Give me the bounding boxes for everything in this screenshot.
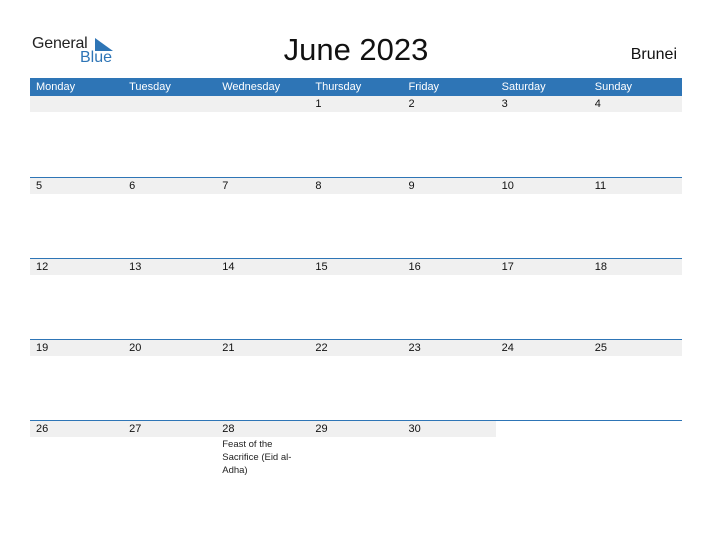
empty-day-cell xyxy=(30,96,123,112)
event-slot xyxy=(403,194,496,195)
weekday-wednesday: Wednesday xyxy=(222,81,281,93)
day-cell: 9 xyxy=(408,180,415,192)
day-cell: 21 xyxy=(222,342,235,354)
event-slot xyxy=(309,194,402,195)
day-cell: 22 xyxy=(315,342,328,354)
empty-day-cell xyxy=(588,421,682,437)
event-slot xyxy=(589,437,682,477)
day-cell: 4 xyxy=(594,98,601,110)
day-cell: 18 xyxy=(594,261,607,273)
calendar-title: June 2023 xyxy=(283,32,429,67)
event-slot xyxy=(30,194,123,195)
event-slot xyxy=(30,112,123,113)
day-cell: 8 xyxy=(315,180,322,192)
day-cell: 26 xyxy=(36,423,49,435)
weekday-header: Monday Tuesday Wednesday Thursday Friday… xyxy=(30,78,682,96)
day-cell: 25 xyxy=(594,342,607,354)
day-cell: 28 xyxy=(222,423,235,435)
country-label: Brunei xyxy=(630,46,677,63)
event-slot xyxy=(123,437,216,477)
event-slot xyxy=(496,112,589,113)
event-row xyxy=(30,275,682,276)
event-row xyxy=(30,194,682,195)
event-row xyxy=(30,112,682,113)
event-row: Feast of the Sacrifice (Eid al-Adha) xyxy=(30,437,682,477)
event-slot xyxy=(403,437,496,477)
day-number-row: 12 13 14 15 16 17 18 xyxy=(30,259,682,275)
day-cell: 2 xyxy=(408,98,415,110)
week-row: 26 27 28 29 30 Feast of the Sacrifice (Eid al… xyxy=(30,420,682,501)
event-slot xyxy=(123,356,216,357)
day-cell: 12 xyxy=(36,261,49,273)
day-cell: 16 xyxy=(408,261,421,273)
week-row: 1 2 3 4 xyxy=(30,96,682,177)
day-cell: 20 xyxy=(129,342,142,354)
event-slot xyxy=(123,194,216,195)
event-slot xyxy=(309,437,402,477)
event-slot xyxy=(216,275,309,276)
day-cell: 10 xyxy=(501,180,514,192)
event-slot xyxy=(496,437,589,477)
event-slot xyxy=(496,275,589,276)
day-cell: 17 xyxy=(501,261,514,273)
day-cell: 14 xyxy=(222,261,235,273)
event-slot xyxy=(496,356,589,357)
day-cell: 23 xyxy=(408,342,421,354)
day-cell: 1 xyxy=(315,98,322,110)
event-slot xyxy=(589,194,682,195)
weekday-monday: Monday xyxy=(36,81,76,93)
empty-day-cell xyxy=(216,96,309,112)
event-slot xyxy=(403,112,496,113)
event-slot xyxy=(309,356,402,357)
event-slot xyxy=(309,275,402,276)
day-cell: 7 xyxy=(222,180,229,192)
day-cell: 11 xyxy=(594,180,607,192)
day-number-row: 5 6 7 8 9 10 11 xyxy=(30,178,682,194)
weekday-sunday: Sunday xyxy=(594,81,633,93)
day-number-row: 1 2 3 4 xyxy=(30,96,682,112)
day-cell: 6 xyxy=(129,180,136,192)
event-slot xyxy=(30,356,123,357)
event-slot xyxy=(403,275,496,276)
event-slot xyxy=(496,194,589,195)
empty-day-cell xyxy=(495,421,589,437)
holiday-event: Feast of the Sacrifice (Eid al-Adha) xyxy=(222,439,292,476)
event-slot xyxy=(589,275,682,276)
event-slot xyxy=(589,112,682,113)
event-slot xyxy=(216,194,309,195)
event-slot xyxy=(30,275,123,276)
event-slot xyxy=(216,356,309,357)
day-cell: 19 xyxy=(36,342,49,354)
day-cell: 13 xyxy=(129,261,142,273)
event-slot xyxy=(309,112,402,113)
event-slot xyxy=(30,437,123,477)
event-slot xyxy=(123,112,216,113)
day-cell: 3 xyxy=(501,98,508,110)
day-cell: 29 xyxy=(315,423,328,435)
week-row: 5 6 7 8 9 10 11 xyxy=(30,177,682,258)
event-slot xyxy=(589,356,682,357)
day-number-row: 26 27 28 29 30 xyxy=(30,421,682,437)
day-cell: 24 xyxy=(501,342,514,354)
event-row xyxy=(30,356,682,357)
weekday-tuesday: Tuesday xyxy=(129,81,171,93)
day-cell: 30 xyxy=(408,423,421,435)
event-slot xyxy=(216,112,309,113)
week-row: 12 13 14 15 16 17 18 xyxy=(30,258,682,339)
week-row: 19 20 21 22 23 24 25 xyxy=(30,339,682,420)
day-cell: 27 xyxy=(129,423,142,435)
empty-day-cell xyxy=(123,96,216,112)
event-slot xyxy=(123,275,216,276)
calendar-grid: Monday Tuesday Wednesday Thursday Friday… xyxy=(30,78,682,501)
day-cell: 5 xyxy=(36,180,43,192)
day-cell: 15 xyxy=(315,261,328,273)
weekday-friday: Friday xyxy=(408,81,440,93)
weekday-saturday: Saturday xyxy=(501,81,546,93)
day-number-row: 19 20 21 22 23 24 25 xyxy=(30,340,682,356)
weekday-thursday: Thursday xyxy=(315,81,362,93)
event-slot xyxy=(403,356,496,357)
